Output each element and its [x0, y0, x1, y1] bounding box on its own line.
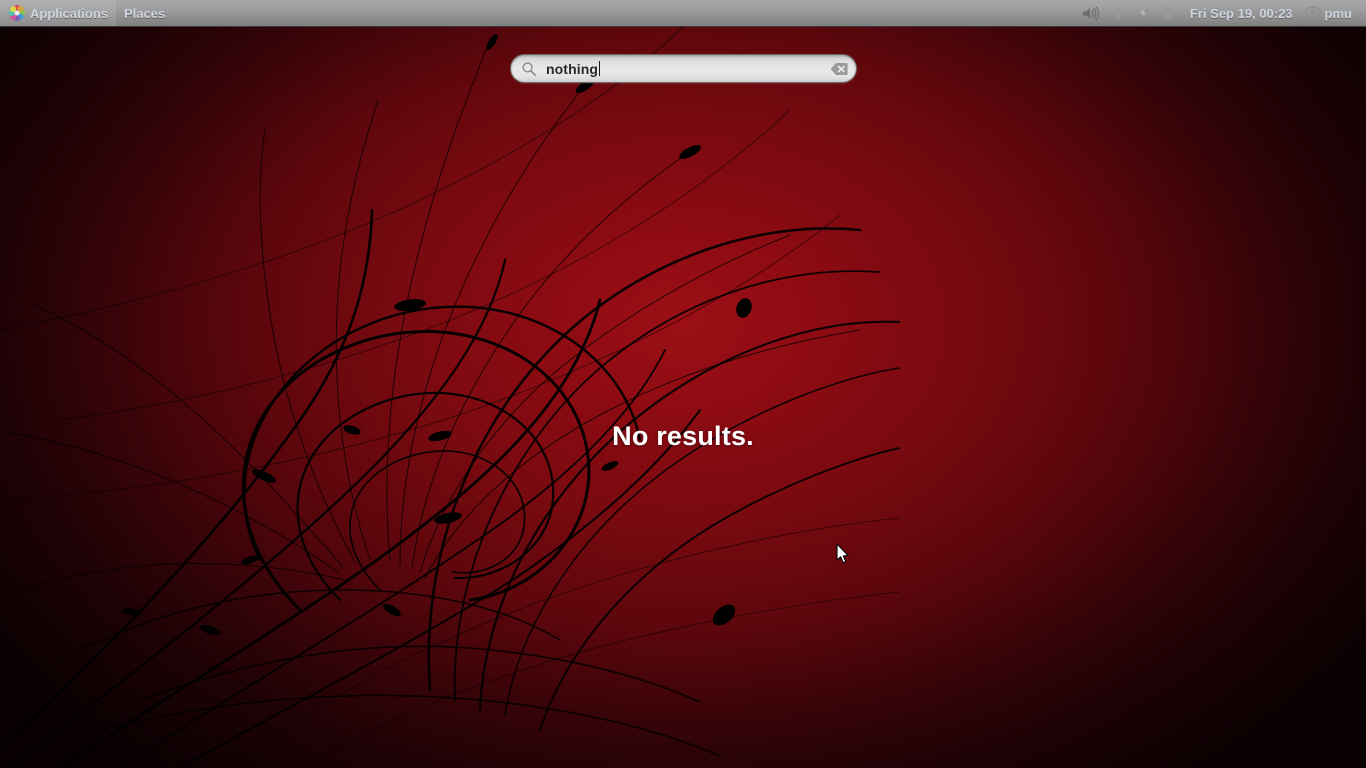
bluetooth-icon[interactable] [1106, 2, 1128, 24]
battery-icon[interactable] [1158, 2, 1180, 24]
search-input-text: nothing [546, 61, 824, 77]
top-panel: Applications Places Fri Sep 19, 00:23 pm… [0, 0, 1366, 27]
stylus-icon[interactable] [1132, 2, 1154, 24]
clear-backspace-icon[interactable] [830, 62, 848, 76]
applications-menu[interactable]: Applications [0, 0, 117, 26]
chat-status-icon [1304, 5, 1321, 21]
search-input[interactable]: nothing [510, 54, 857, 83]
search-icon [522, 61, 536, 76]
user-menu[interactable]: pmu [1301, 0, 1358, 26]
volume-icon[interactable] [1080, 2, 1102, 24]
desktop-wallpaper [0, 0, 1366, 768]
desktop-screen: No results. nothing Applications Places … [0, 0, 1366, 768]
panel-right-section: Fri Sep 19, 00:23 pmu [1078, 0, 1366, 26]
panel-left-section: Applications Places [0, 0, 173, 26]
user-name-label: pmu [1324, 5, 1352, 21]
applications-menu-label: Applications [30, 5, 109, 21]
distro-flower-logo-icon [8, 4, 26, 22]
places-menu[interactable]: Places [116, 0, 173, 26]
search-overlay: nothing [510, 54, 857, 83]
panel-clock[interactable]: Fri Sep 19, 00:23 [1182, 6, 1301, 21]
text-caret [599, 61, 601, 76]
search-query-value: nothing [546, 60, 599, 77]
places-menu-label: Places [124, 5, 166, 21]
no-results-message: No results. [612, 421, 754, 451]
